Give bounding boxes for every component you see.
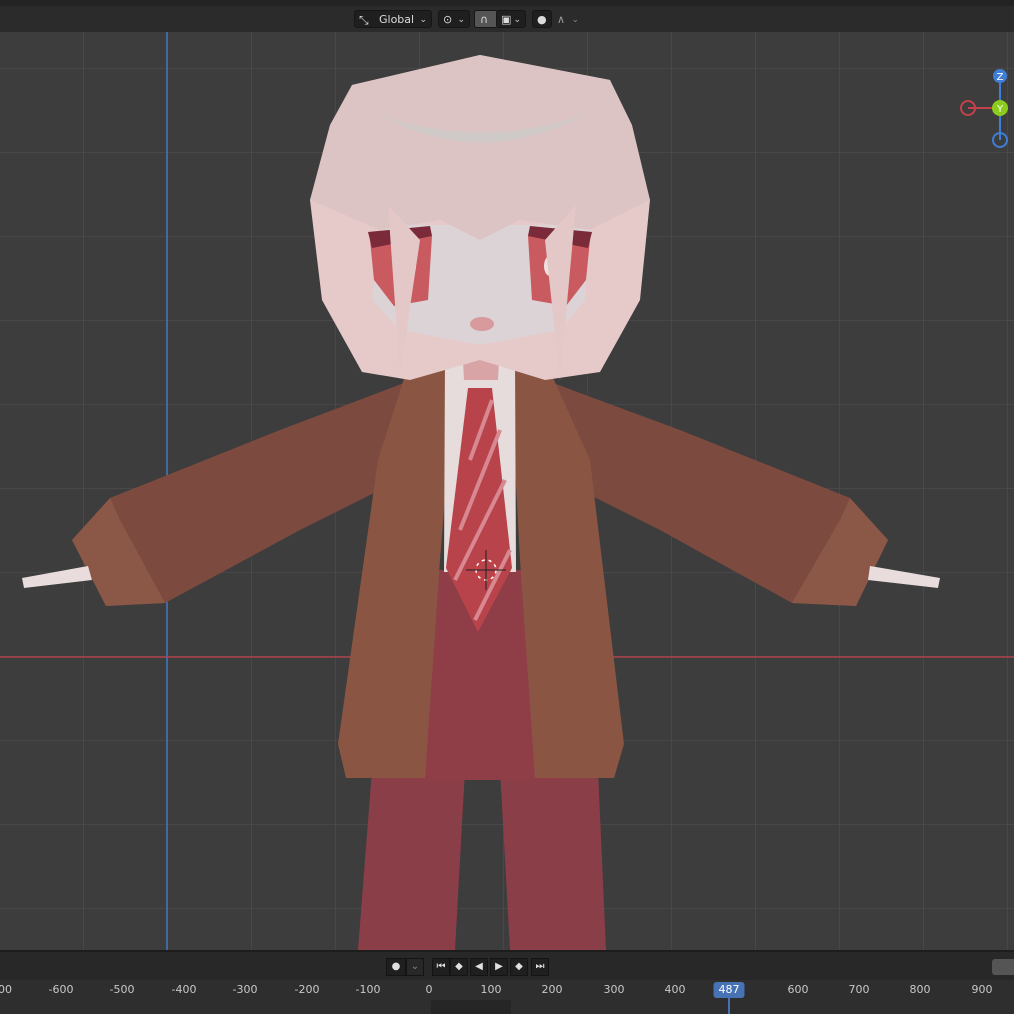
transform-orientation-label: Global bbox=[379, 13, 415, 26]
jump-start-icon: ⏮ bbox=[436, 961, 446, 972]
next-keyframe-icon: ◆ bbox=[515, 961, 523, 972]
chevron-down-icon: ⌄ bbox=[513, 15, 521, 25]
transform-orientation-dropdown[interactable]: ⤡ Global ⌄ bbox=[354, 10, 432, 28]
chevron-down-icon: ⌄ bbox=[571, 15, 579, 25]
timeline-tick-label: 400 bbox=[664, 983, 686, 996]
timeline-tick-label: 900 bbox=[971, 983, 993, 996]
timeline-tick-label: 200 bbox=[541, 983, 563, 996]
falloff-dropdown[interactable]: ∧ ⌄ bbox=[552, 10, 584, 28]
timeline-tick-label: -500 bbox=[109, 983, 135, 996]
timeline-tick-label: 700 bbox=[848, 983, 870, 996]
transform-orientation-icon: ⤡ bbox=[359, 13, 369, 27]
keyframe-record-button[interactable]: ● bbox=[386, 958, 406, 976]
timeline-tick-label: -200 bbox=[294, 983, 320, 996]
play-button[interactable]: ▶ bbox=[490, 958, 508, 976]
timeline-tick-label: 0 bbox=[425, 983, 433, 996]
timeline-tick-label: 300 bbox=[603, 983, 625, 996]
pivot-point-dropdown[interactable]: ⊙ ⌄ bbox=[438, 10, 470, 28]
timeline-tick-label: -100 bbox=[355, 983, 381, 996]
play-icon: ▶ bbox=[495, 961, 503, 972]
jump-start-button[interactable]: ⏮ bbox=[432, 958, 450, 976]
timeline-tick-label: -600 bbox=[48, 983, 74, 996]
timeline-tick-label: 00 bbox=[0, 983, 12, 996]
jump-end-button[interactable]: ⏭ bbox=[531, 958, 549, 976]
keying-dropdown[interactable]: ⌄ bbox=[406, 958, 424, 976]
timeline-tick-label: -300 bbox=[232, 983, 258, 996]
navigation-gizmo[interactable]: Z Y bbox=[960, 69, 1008, 148]
snap-magnet-icon: ∩ bbox=[480, 13, 489, 26]
playback-controls: ● ⌄ ⏮ ◆ ◀ ▶ ◆ ⏭ bbox=[0, 950, 1014, 980]
timeline-tick-label: 800 bbox=[909, 983, 931, 996]
character-model bbox=[22, 55, 940, 950]
timeline-tick-label: 600 bbox=[787, 983, 809, 996]
prev-keyframe-button[interactable]: ◆ bbox=[450, 958, 468, 976]
chevron-down-icon: ⌄ bbox=[419, 15, 427, 25]
frame-range bbox=[431, 1000, 511, 1014]
scene-render: Z Y bbox=[0, 32, 1014, 950]
timeline-tick-label: -400 bbox=[171, 983, 197, 996]
chevron-down-icon: ⌄ bbox=[410, 961, 420, 972]
proportional-editing-toggle[interactable]: ● bbox=[532, 10, 552, 28]
viewport-header: ⤡ Global ⌄ ⊙ ⌄ ∩ ▣ ⌄ ● ∧ ⌄ bbox=[0, 6, 1014, 32]
frame-field[interactable] bbox=[992, 959, 1014, 975]
proportional-editing-icon: ● bbox=[537, 13, 547, 26]
next-keyframe-button[interactable]: ◆ bbox=[510, 958, 528, 976]
pivot-point-icon: ⊙ bbox=[443, 13, 453, 26]
gizmo-z-label: Z bbox=[997, 72, 1004, 83]
snap-target-dropdown[interactable]: ▣ ⌄ bbox=[496, 10, 526, 28]
falloff-curve-icon: ∧ bbox=[557, 13, 566, 26]
3d-viewport[interactable]: Z Y bbox=[0, 32, 1014, 950]
current-frame-indicator[interactable]: 487 bbox=[713, 982, 745, 998]
prev-keyframe-icon: ◆ bbox=[455, 961, 463, 972]
record-dot-icon: ● bbox=[391, 961, 401, 972]
snap-target-icon: ▣ bbox=[501, 13, 512, 26]
chevron-down-icon: ⌄ bbox=[457, 15, 465, 25]
snap-toggle[interactable]: ∩ bbox=[474, 10, 498, 28]
gizmo-y-label: Y bbox=[996, 104, 1004, 115]
playhead-line[interactable] bbox=[728, 998, 730, 1014]
timeline-ruler[interactable]: 00 -600 -500 -400 -300 -200 -100 0 100 200 300 400 6… bbox=[0, 980, 1014, 1014]
jump-end-icon: ⏭ bbox=[535, 961, 545, 972]
play-reverse-button[interactable]: ◀ bbox=[470, 958, 488, 976]
play-reverse-icon: ◀ bbox=[475, 961, 483, 972]
timeline-tick-label: 100 bbox=[480, 983, 502, 996]
